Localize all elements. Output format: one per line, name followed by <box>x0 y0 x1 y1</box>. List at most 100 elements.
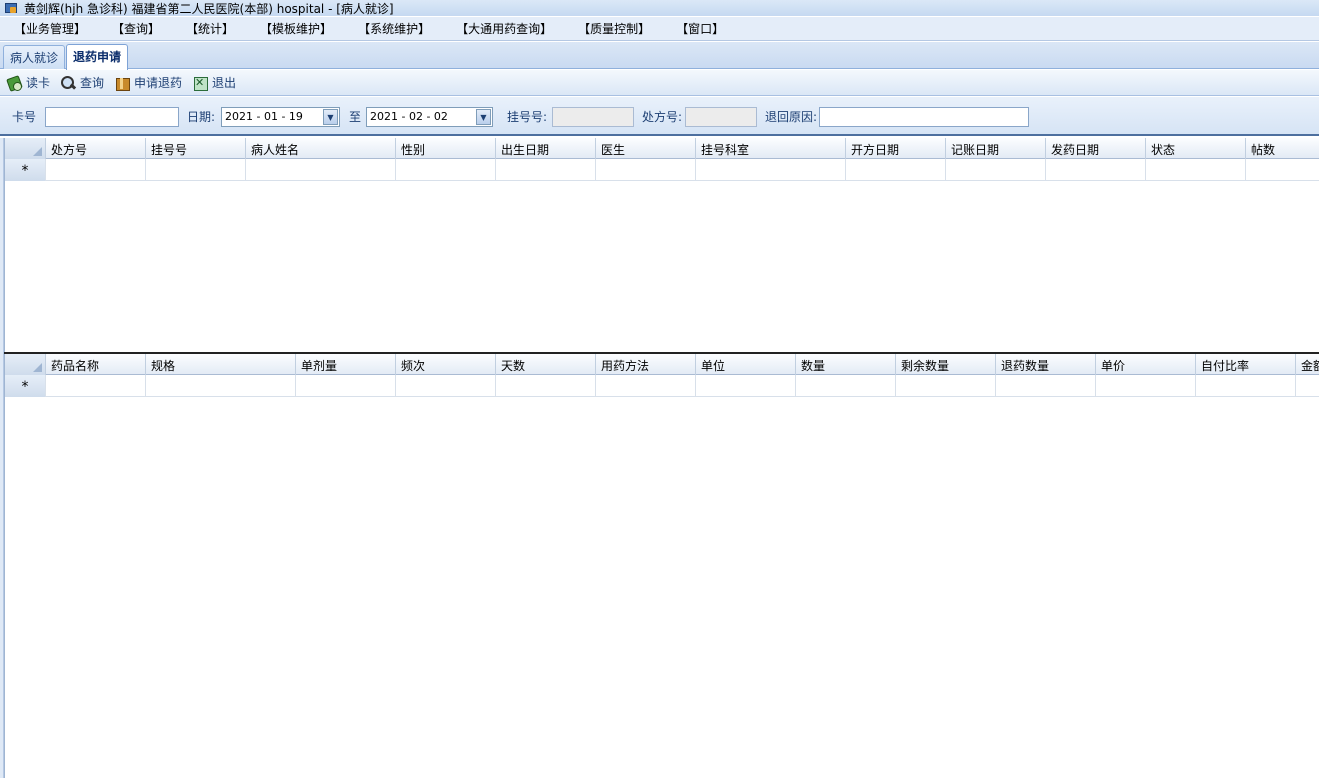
menu-window[interactable]: 【窗口】 <box>676 20 724 37</box>
col-unit-dose[interactable]: 单剂量 <box>296 354 396 375</box>
prescription-grid[interactable]: 处方号 挂号号 病人姓名 性别 出生日期 医生 挂号科室 开方日期 记账日期 发… <box>4 138 1319 352</box>
menu-system[interactable]: 【系统维护】 <box>358 20 430 37</box>
col-prescribe-date[interactable]: 开方日期 <box>846 138 946 159</box>
col-usage[interactable]: 用药方法 <box>596 354 696 375</box>
new-row-marker: * <box>5 375 46 397</box>
window-title: 黄剑辉(hjh 急诊科) 福建省第二人民医院(本部) hospital - [病… <box>24 1 394 16</box>
date-to-value: 2021 - 02 - 02 <box>370 110 448 123</box>
cell[interactable] <box>696 375 796 397</box>
col-reg-no[interactable]: 挂号号 <box>146 138 246 159</box>
col-refund-qty[interactable]: 退药数量 <box>996 354 1096 375</box>
menu-quality[interactable]: 【质量控制】 <box>578 20 650 37</box>
reg-no-input[interactable] <box>552 107 634 127</box>
cell[interactable] <box>496 375 596 397</box>
cell[interactable] <box>1146 159 1246 181</box>
col-copay-ratio[interactable]: 自付比率 <box>1196 354 1296 375</box>
title-bar: 黄剑辉(hjh 急诊科) 福建省第二人民医院(本部) hospital - [病… <box>0 0 1319 16</box>
cell[interactable] <box>796 375 896 397</box>
table-row[interactable]: * <box>5 375 1319 397</box>
cell[interactable] <box>46 159 146 181</box>
cell[interactable] <box>146 375 296 397</box>
cell[interactable] <box>596 375 696 397</box>
col-doses[interactable]: 帖数 <box>1246 138 1319 159</box>
col-status[interactable]: 状态 <box>1146 138 1246 159</box>
col-quantity[interactable]: 数量 <box>796 354 896 375</box>
col-dispense-date[interactable]: 发药日期 <box>1046 138 1146 159</box>
col-unit-price[interactable]: 单价 <box>1096 354 1196 375</box>
menu-bar: 【业务管理】 【查询】 【统计】 【模板维护】 【系统维护】 【大通用药查询】 … <box>0 17 1319 41</box>
reason-input[interactable] <box>819 107 1029 127</box>
col-unit[interactable]: 单位 <box>696 354 796 375</box>
col-amount[interactable]: 金额 <box>1296 354 1319 375</box>
col-billing-date[interactable]: 记账日期 <box>946 138 1046 159</box>
date-label: 日期: <box>187 110 216 124</box>
select-all-corner[interactable] <box>5 354 46 375</box>
cell[interactable] <box>1096 375 1196 397</box>
table-row[interactable]: * <box>5 159 1319 181</box>
cell[interactable] <box>1246 159 1319 181</box>
toolbar: 读卡 查询 申请退药 退出 <box>0 70 1319 96</box>
col-drug-name[interactable]: 药品名称 <box>46 354 146 375</box>
cell[interactable] <box>246 159 396 181</box>
col-spec[interactable]: 规格 <box>146 354 296 375</box>
col-frequency[interactable]: 频次 <box>396 354 496 375</box>
box-icon <box>114 75 131 91</box>
tab-refund-request[interactable]: 退药申请 <box>66 44 129 70</box>
cell[interactable] <box>396 159 496 181</box>
menu-drug-query[interactable]: 【大通用药查询】 <box>456 20 552 37</box>
filter-bar: 卡号 日期: 2021 - 01 - 19 ▼ 至 2021 - 02 - 02… <box>0 97 1319 136</box>
cell[interactable] <box>496 159 596 181</box>
to-label: 至 <box>349 110 362 124</box>
reg-no-label: 挂号号: <box>507 110 548 124</box>
cell[interactable] <box>846 159 946 181</box>
cell[interactable] <box>896 375 996 397</box>
cell[interactable] <box>946 159 1046 181</box>
menu-query[interactable]: 【查询】 <box>112 20 160 37</box>
drug-detail-grid[interactable]: 药品名称 规格 单剂量 频次 天数 用药方法 单位 数量 剩余数量 退药数量 单… <box>4 354 1319 778</box>
tab-strip: 病人就诊 退药申请 <box>0 42 1319 70</box>
query-label: 查询 <box>80 76 105 90</box>
query-button[interactable]: 查询 <box>60 74 104 91</box>
date-from-picker[interactable]: 2021 - 01 - 19 ▼ <box>221 107 340 127</box>
menu-business[interactable]: 【业务管理】 <box>14 20 86 37</box>
select-all-corner[interactable] <box>5 138 46 159</box>
col-patient-name[interactable]: 病人姓名 <box>246 138 396 159</box>
menu-statistics[interactable]: 【统计】 <box>186 20 234 37</box>
cell[interactable] <box>996 375 1096 397</box>
read-card-button[interactable]: 读卡 <box>6 74 50 91</box>
cell[interactable] <box>596 159 696 181</box>
col-doctor[interactable]: 医生 <box>596 138 696 159</box>
reason-label: 退回原因: <box>765 110 818 124</box>
col-rx-no[interactable]: 处方号 <box>46 138 146 159</box>
card-label: 卡号 <box>12 110 37 124</box>
app-icon <box>4 2 18 14</box>
cell[interactable] <box>1296 375 1319 397</box>
menu-template[interactable]: 【模板维护】 <box>260 20 332 37</box>
apply-refund-label: 申请退药 <box>134 76 183 90</box>
col-gender[interactable]: 性别 <box>396 138 496 159</box>
date-from-value: 2021 - 01 - 19 <box>225 110 303 123</box>
cell[interactable] <box>46 375 146 397</box>
card-input[interactable] <box>45 107 179 127</box>
apply-refund-button[interactable]: 申请退药 <box>114 74 182 91</box>
chevron-down-icon[interactable]: ▼ <box>323 109 338 125</box>
rx-no-input[interactable] <box>685 107 757 127</box>
cell[interactable] <box>296 375 396 397</box>
grid-header: 药品名称 规格 单剂量 频次 天数 用药方法 单位 数量 剩余数量 退药数量 单… <box>5 354 1319 375</box>
col-days[interactable]: 天数 <box>496 354 596 375</box>
col-birth-date[interactable]: 出生日期 <box>496 138 596 159</box>
col-department[interactable]: 挂号科室 <box>696 138 846 159</box>
read-card-label: 读卡 <box>26 76 51 90</box>
date-to-picker[interactable]: 2021 - 02 - 02 ▼ <box>366 107 493 127</box>
exit-button[interactable]: 退出 <box>192 74 236 91</box>
search-icon <box>60 75 76 91</box>
cell[interactable] <box>396 375 496 397</box>
cell[interactable] <box>1046 159 1146 181</box>
exit-label: 退出 <box>212 76 237 90</box>
cell[interactable] <box>696 159 846 181</box>
cell[interactable] <box>146 159 246 181</box>
cell[interactable] <box>1196 375 1296 397</box>
col-remaining[interactable]: 剩余数量 <box>896 354 996 375</box>
chevron-down-icon[interactable]: ▼ <box>476 109 491 125</box>
tab-patient-visit[interactable]: 病人就诊 <box>3 45 66 69</box>
